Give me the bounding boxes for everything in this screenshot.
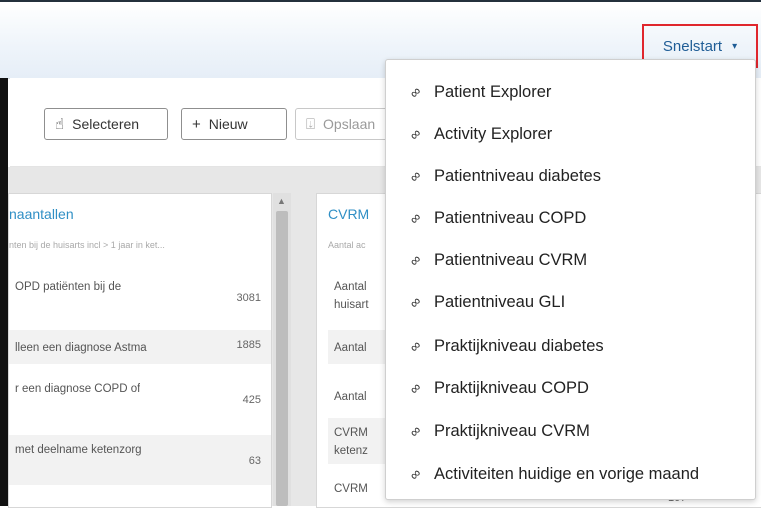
hand-pointer-icon: ☝ xyxy=(55,116,65,133)
link-icon: ∞ xyxy=(405,124,425,144)
panel-left-subtitle: nten bij de huisarts incl > 1 jaar in ke… xyxy=(9,240,165,250)
link-icon: ∞ xyxy=(405,336,425,356)
table-row: r een diagnose COPD of 425 xyxy=(15,383,261,406)
link-icon: ∞ xyxy=(405,378,425,398)
link-icon: ∞ xyxy=(405,421,425,441)
chevron-down-icon: ▾ xyxy=(732,40,738,52)
save-button[interactable]: ⍗ Opslaan xyxy=(295,108,395,140)
table-row: Aantal xyxy=(328,330,388,364)
new-label: Nieuw xyxy=(208,116,248,132)
table-row: Aantal xyxy=(334,391,367,403)
table-row: lleen een diagnose Astma 1885 xyxy=(9,330,271,364)
link-icon: ∞ xyxy=(405,166,425,186)
link-icon: ∞ xyxy=(405,208,425,228)
panel-left-title: naantallen xyxy=(9,206,74,222)
menu-item-patientniveau-copd[interactable]: ∞ Patientniveau COPD xyxy=(386,197,755,239)
table-row: CVRM ketenz xyxy=(328,418,388,464)
link-icon: ∞ xyxy=(405,464,425,484)
quickstart-label: Snelstart xyxy=(662,37,723,55)
link-icon: ∞ xyxy=(405,82,425,102)
scrollbar-thumb[interactable] xyxy=(276,211,288,506)
panel-middle-title: CVRM xyxy=(328,206,370,222)
panel-left-scrollbar[interactable]: ▲ xyxy=(273,193,291,506)
save-icon: ⍗ xyxy=(306,115,316,133)
link-icon: ∞ xyxy=(405,292,425,312)
left-edge-bar xyxy=(0,78,8,506)
menu-item-patient-explorer[interactable]: ∞ Patient Explorer xyxy=(386,71,755,113)
plus-icon: + xyxy=(192,115,201,133)
panel-left: naantallen nten bij de huisarts incl > 1… xyxy=(8,193,272,508)
menu-item-activiteiten-huidige-en-vorige-maand[interactable]: ∞ Activiteiten huidige en vorige maand xyxy=(386,453,755,495)
quickstart-menu: ∞ Patient Explorer ∞ Activity Explorer ∞… xyxy=(385,59,756,500)
scroll-up-icon[interactable]: ▲ xyxy=(277,196,286,206)
table-row: met deelname ketenzorg 63 xyxy=(9,435,271,485)
menu-item-praktijkniveau-copd[interactable]: ∞ Praktijkniveau COPD xyxy=(386,367,755,409)
table-row: Aantal huisart xyxy=(334,281,369,311)
link-icon: ∞ xyxy=(405,250,425,270)
menu-item-praktijkniveau-diabetes[interactable]: ∞ Praktijkniveau diabetes xyxy=(386,325,755,367)
select-button[interactable]: ☝ Selecteren xyxy=(44,108,168,140)
menu-item-activity-explorer[interactable]: ∞ Activity Explorer xyxy=(386,113,755,155)
menu-item-patientniveau-cvrm[interactable]: ∞ Patientniveau CVRM xyxy=(386,239,755,281)
menu-item-patientniveau-diabetes[interactable]: ∞ Patientniveau diabetes xyxy=(386,155,755,197)
menu-item-patientniveau-gli[interactable]: ∞ Patientniveau GLI xyxy=(386,281,755,323)
new-button[interactable]: + Nieuw xyxy=(181,108,287,140)
table-row: CVRM xyxy=(334,483,368,495)
select-label: Selecteren xyxy=(72,116,140,132)
menu-item-praktijkniveau-cvrm[interactable]: ∞ Praktijkniveau CVRM xyxy=(386,410,755,452)
table-row: OPD patiënten bij de 3081 xyxy=(15,281,261,304)
save-label: Opslaan xyxy=(323,116,376,132)
panel-middle-subtitle: Aantal ac xyxy=(328,240,366,250)
